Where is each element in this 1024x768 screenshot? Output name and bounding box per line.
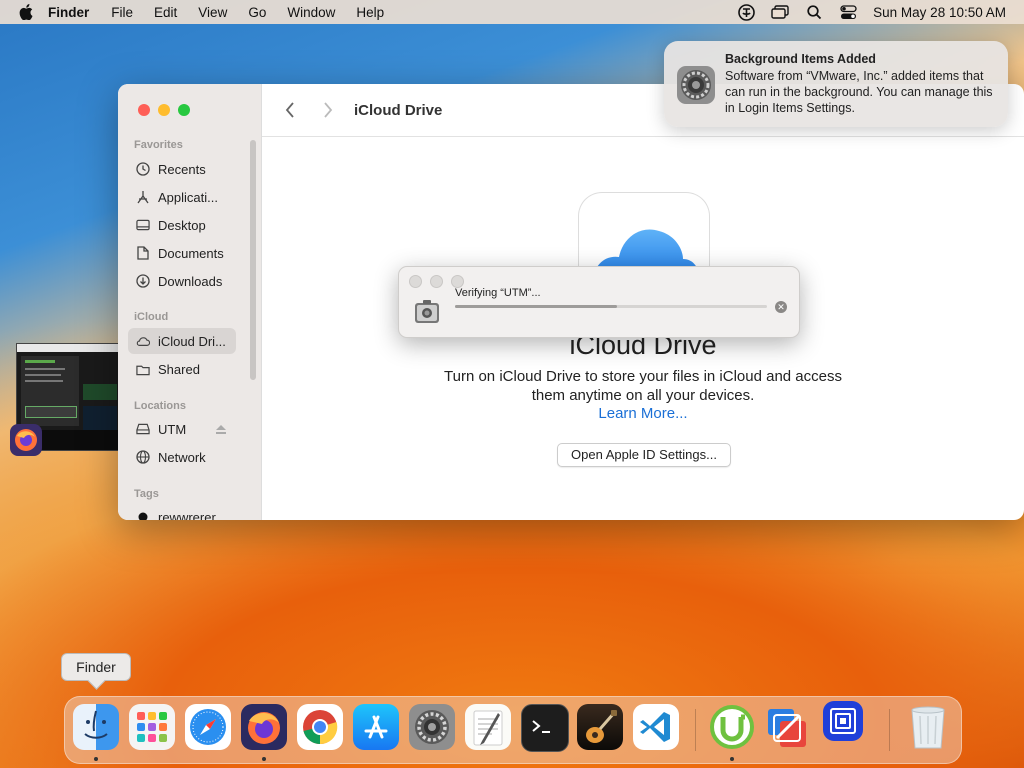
sidebar-item-label: Recents [158, 161, 206, 177]
notification-body: Software from “VMware, Inc.” added items… [725, 69, 993, 115]
dock-garageband-icon[interactable] [577, 704, 623, 750]
firefox-thumbnail-icon[interactable] [10, 424, 42, 456]
sidebar-item-recents[interactable]: Recents [128, 156, 236, 182]
screen-mirroring-icon[interactable] [771, 4, 789, 20]
globe-icon [136, 450, 150, 464]
dock-vscode-icon[interactable] [633, 704, 679, 750]
sidebar-item-tag[interactable]: rewwrerer [128, 504, 236, 520]
sidebar-header-locations: Locations [134, 400, 186, 412]
dialog-minimize-button[interactable] [430, 275, 443, 288]
description-line: them anytime on all your devices. [531, 387, 755, 404]
sidebar-item-label: UTM [158, 421, 187, 437]
eject-icon[interactable] [216, 422, 226, 437]
dock-firefox-icon[interactable] [241, 704, 287, 750]
dock-launchpad-icon[interactable] [129, 704, 175, 750]
dock-system-settings-icon[interactable] [409, 704, 455, 750]
cloud-icon [136, 334, 150, 348]
sidebar-item-icloud-drive[interactable]: iCloud Dri... [128, 328, 236, 354]
verify-progress-bar [455, 305, 767, 308]
menu-go[interactable]: Go [248, 5, 266, 20]
sidebar-item-label: Desktop [158, 217, 206, 233]
sidebar-item-shared[interactable]: Shared [128, 356, 236, 382]
sidebar-item-downloads[interactable]: Downloads [128, 268, 236, 294]
dock-trash-icon[interactable] [905, 704, 951, 750]
sidebar-item-desktop[interactable]: Desktop [128, 212, 236, 238]
close-button[interactable] [138, 104, 150, 116]
dock-vmware-fusion-icon[interactable] [765, 704, 811, 750]
verify-progress-fill [455, 305, 618, 308]
sidebar-item-label: Network [158, 449, 206, 465]
desktop-icon [136, 218, 150, 232]
sidebar-item-label: Applicati... [158, 189, 218, 205]
menu-help[interactable]: Help [356, 5, 384, 20]
control-center-icon[interactable] [839, 4, 857, 20]
icloud-description: Turn on iCloud Drive to store your files… [262, 367, 1024, 405]
sidebar-item-label: Documents [158, 245, 224, 261]
tag-dot-icon [136, 510, 150, 520]
applications-icon [136, 190, 150, 204]
disk-icon [136, 422, 150, 436]
sidebar-item-applications[interactable]: Applicati... [128, 184, 236, 210]
sidebar-item-documents[interactable]: Documents [128, 240, 236, 266]
menu-file[interactable]: File [111, 5, 133, 20]
sidebar-header-favorites: Favorites [134, 139, 183, 151]
learn-more-link[interactable]: Learn More... [262, 405, 1024, 422]
notification-banner[interactable]: Background Items Added Software from “VM… [664, 41, 1008, 127]
sidebar-item-label: rewwrerer [158, 509, 216, 521]
dock-running-indicator [94, 757, 98, 761]
dock-running-indicator [262, 757, 266, 761]
sidebar-item-label: Shared [158, 361, 200, 377]
system-settings-icon [676, 65, 716, 105]
dock-app-store-icon[interactable] [353, 704, 399, 750]
dock-utorrent-icon[interactable] [709, 704, 755, 750]
description-line: Turn on iCloud Drive to store your files… [444, 368, 842, 385]
dock [64, 696, 962, 764]
spotlight-icon[interactable] [805, 4, 823, 20]
verify-text: Verifying “UTM”... [455, 287, 541, 299]
menu-clock[interactable]: Sun May 28 10:50 AM [873, 5, 1006, 20]
sidebar-item-label: iCloud Dri... [158, 333, 226, 349]
window-controls [138, 104, 190, 116]
dock-chrome-icon[interactable] [297, 704, 343, 750]
dock-textedit-icon[interactable] [465, 704, 511, 750]
sidebar-item-utm[interactable]: UTM [128, 416, 236, 442]
verify-dialog: Verifying “UTM”... ✕ [398, 266, 800, 338]
sidebar-item-label: Downloads [158, 273, 223, 289]
dock-safari-icon[interactable] [185, 704, 231, 750]
sidebar-header-tags: Tags [134, 488, 159, 500]
forward-button[interactable] [318, 100, 338, 120]
apple-menu-icon[interactable] [18, 4, 34, 20]
document-icon [136, 246, 150, 260]
menu-window[interactable]: Window [287, 5, 335, 20]
zoom-button[interactable] [178, 104, 190, 116]
dock-tooltip: Finder [61, 653, 131, 681]
minimize-button[interactable] [158, 104, 170, 116]
dock-separator [695, 709, 696, 751]
clock-icon [136, 162, 150, 176]
sidebar: Favorites Recents Applicati... Desktop D… [118, 84, 262, 520]
dock-separator [889, 709, 890, 751]
menu-bar: Finder File Edit View Go Window Help Sun… [0, 0, 1024, 24]
dock-terminal-icon[interactable] [521, 704, 569, 752]
sidebar-item-network[interactable]: Network [128, 444, 236, 470]
dock-finder-icon[interactable] [73, 704, 119, 750]
vpn-icon[interactable] [737, 3, 755, 21]
notification-title: Background Items Added [725, 52, 876, 66]
menu-view[interactable]: View [198, 5, 227, 20]
sidebar-scrollbar[interactable] [250, 140, 256, 380]
menu-app-name[interactable]: Finder [48, 5, 89, 20]
back-button[interactable] [280, 100, 300, 120]
shared-folder-icon [136, 362, 150, 376]
archive-utility-icon [413, 297, 441, 325]
dialog-close-button[interactable] [409, 275, 422, 288]
window-title: iCloud Drive [354, 101, 443, 119]
open-apple-id-settings-button[interactable]: Open Apple ID Settings... [557, 443, 731, 467]
download-icon [136, 274, 150, 288]
sidebar-header-icloud: iCloud [134, 311, 169, 323]
menu-edit[interactable]: Edit [154, 5, 177, 20]
stop-icon[interactable]: ✕ [775, 301, 787, 313]
dock-utm-icon[interactable] [823, 701, 863, 741]
dock-running-indicator [730, 757, 734, 761]
